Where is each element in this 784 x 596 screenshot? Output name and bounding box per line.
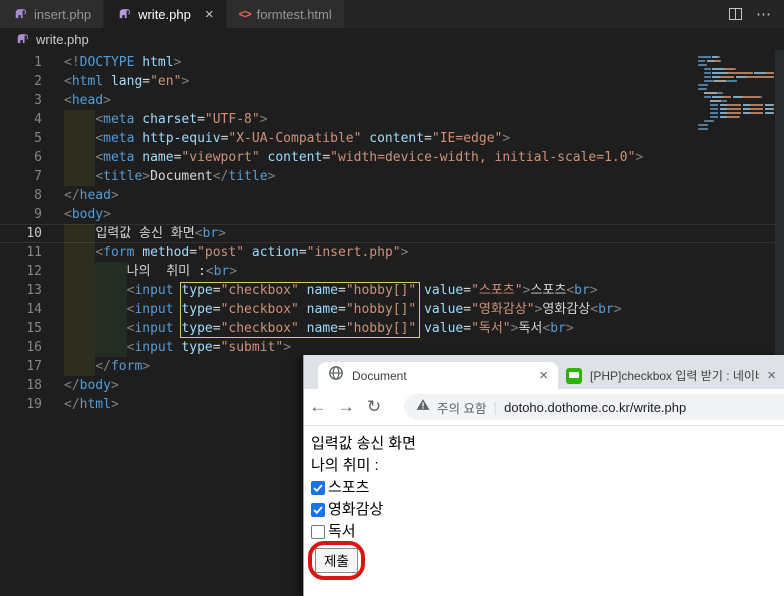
line-number: 18 <box>26 378 42 393</box>
close-tab-icon[interactable]: × <box>539 368 548 383</box>
code-line[interactable]: 10 입력값 송신 화면<br> <box>0 224 784 243</box>
line-number: 16 <box>26 340 42 355</box>
line-number: 4 <box>34 112 42 127</box>
checkbox-label: 영화감상 <box>328 501 384 518</box>
line-number: 10 <box>26 226 42 241</box>
checkbox-unchecked-icon[interactable] <box>311 525 325 539</box>
code-line[interactable]: 3 <head> <box>0 91 784 110</box>
split-editor-icon[interactable] <box>729 8 742 20</box>
page-subheading: 나의 취미 : <box>311 457 379 474</box>
line-number: 11 <box>26 245 42 260</box>
more-actions-icon[interactable]: ⋯ <box>756 5 772 23</box>
line-number: 8 <box>34 188 42 203</box>
html-brackets-icon: <> <box>238 7 252 21</box>
checkbox-checked-icon[interactable] <box>311 481 325 495</box>
vscode-tab-bar: insert.php write.php × <> formtest.html … <box>0 0 784 28</box>
code-line[interactable]: 7 <title>Document</title> <box>0 167 784 186</box>
line-number: 19 <box>26 397 42 412</box>
line-number: 9 <box>34 207 42 222</box>
php-elephant-icon <box>12 7 28 22</box>
globe-icon <box>328 365 344 386</box>
code-line[interactable]: 4 <meta charset="UTF-8"> <box>0 110 784 129</box>
checkbox-checked-icon[interactable] <box>311 503 325 517</box>
php-elephant-icon <box>14 32 30 47</box>
reload-icon[interactable]: ↻ <box>360 397 388 417</box>
breadcrumb-file: write.php <box>36 31 89 47</box>
code-line[interactable]: 8 </head> <box>0 186 784 205</box>
tab-insert-php[interactable]: insert.php <box>0 0 104 28</box>
forward-icon[interactable]: → <box>332 397 360 417</box>
checkbox-label: 독서 <box>328 523 356 540</box>
tab-label: insert.php <box>34 6 92 22</box>
checkbox-row: 스포츠 <box>311 477 784 499</box>
close-tab-icon[interactable]: × <box>205 7 214 22</box>
breadcrumb[interactable]: write.php <box>0 28 784 50</box>
naver-blog-icon <box>566 367 582 384</box>
code-line[interactable]: 2 <html lang="en"> <box>0 72 784 91</box>
checkbox-row: 독서 <box>311 521 784 543</box>
submit-button[interactable]: 제출 <box>315 548 358 573</box>
code-line[interactable]: 12 나의 취미 :<br> <box>0 262 784 281</box>
chrome-tab-naver[interactable]: [PHP]checkbox 입력 받기 : 네이버 × <box>562 362 784 389</box>
tab-label: write.php <box>138 6 191 22</box>
code-line[interactable]: 5 <meta http-equiv="X-UA-Compatible" con… <box>0 129 784 148</box>
tab-write-php[interactable]: write.php × <box>104 0 226 28</box>
checkbox-row: 영화감상 <box>311 499 784 521</box>
code-line[interactable]: 11 <form method="post" action="insert.ph… <box>0 243 784 262</box>
php-elephant-icon <box>116 7 132 22</box>
line-number: 15 <box>26 321 42 336</box>
code-line[interactable]: 6 <meta name="viewport" content="width=d… <box>0 148 784 167</box>
chrome-window: Document × [PHP]checkbox 입력 받기 : 네이버 × ←… <box>303 355 784 596</box>
line-number: 5 <box>34 131 42 146</box>
line-number: 7 <box>34 169 42 184</box>
page-content: 입력값 송신 화면 나의 취미 : 스포츠영화감상독서 제출 <box>304 425 784 596</box>
close-tab-icon[interactable]: × <box>767 368 776 383</box>
line-number: 12 <box>26 264 42 279</box>
chrome-tab-strip: Document × [PHP]checkbox 입력 받기 : 네이버 × <box>304 355 784 389</box>
line-number: 17 <box>26 359 42 374</box>
back-icon[interactable]: ← <box>304 397 332 417</box>
checkbox-list: 스포츠영화감상독서 <box>311 477 784 543</box>
line-number: 14 <box>26 302 42 317</box>
checkbox-label: 스포츠 <box>328 479 370 496</box>
chrome-tab-title: Document <box>352 368 407 383</box>
code-line[interactable]: 15 <input type="checkbox" name="hobby[]"… <box>0 319 784 338</box>
minimap[interactable] <box>698 55 774 131</box>
tab-formtest-html[interactable]: <> formtest.html <box>226 0 344 28</box>
line-number: 13 <box>26 283 42 298</box>
code-line[interactable]: 1 <!DOCTYPE html> <box>0 53 784 72</box>
chrome-tab-document[interactable]: Document × <box>318 362 558 389</box>
chrome-tab-title: [PHP]checkbox 입력 받기 : 네이버 <box>590 369 760 383</box>
omnibox-separator: | <box>493 399 498 415</box>
security-status[interactable]: 주의 요함 <box>437 398 486 417</box>
code-line[interactable]: 13 <input type="checkbox" name="hobby[]"… <box>0 281 784 300</box>
screen: insert.php write.php × <> formtest.html … <box>0 0 784 596</box>
warning-triangle-icon <box>416 398 430 416</box>
line-number: 6 <box>34 150 42 165</box>
url-text: dotoho.dothome.co.kr/write.php <box>504 399 687 415</box>
code-line[interactable]: 9 <body> <box>0 205 784 224</box>
tab-label: formtest.html <box>256 6 332 22</box>
line-number: 2 <box>34 74 42 89</box>
line-number: 3 <box>34 93 42 108</box>
code-line[interactable]: 14 <input type="checkbox" name="hobby[]"… <box>0 300 784 319</box>
page-heading: 입력값 송신 화면 <box>311 435 416 452</box>
address-bar[interactable]: 주의 요함 | dotoho.dothome.co.kr/write.php <box>404 394 784 420</box>
chrome-toolbar: ← → ↻ 주의 요함 | dotoho.dothome.co.kr/write… <box>304 389 784 425</box>
line-number: 1 <box>34 55 42 70</box>
